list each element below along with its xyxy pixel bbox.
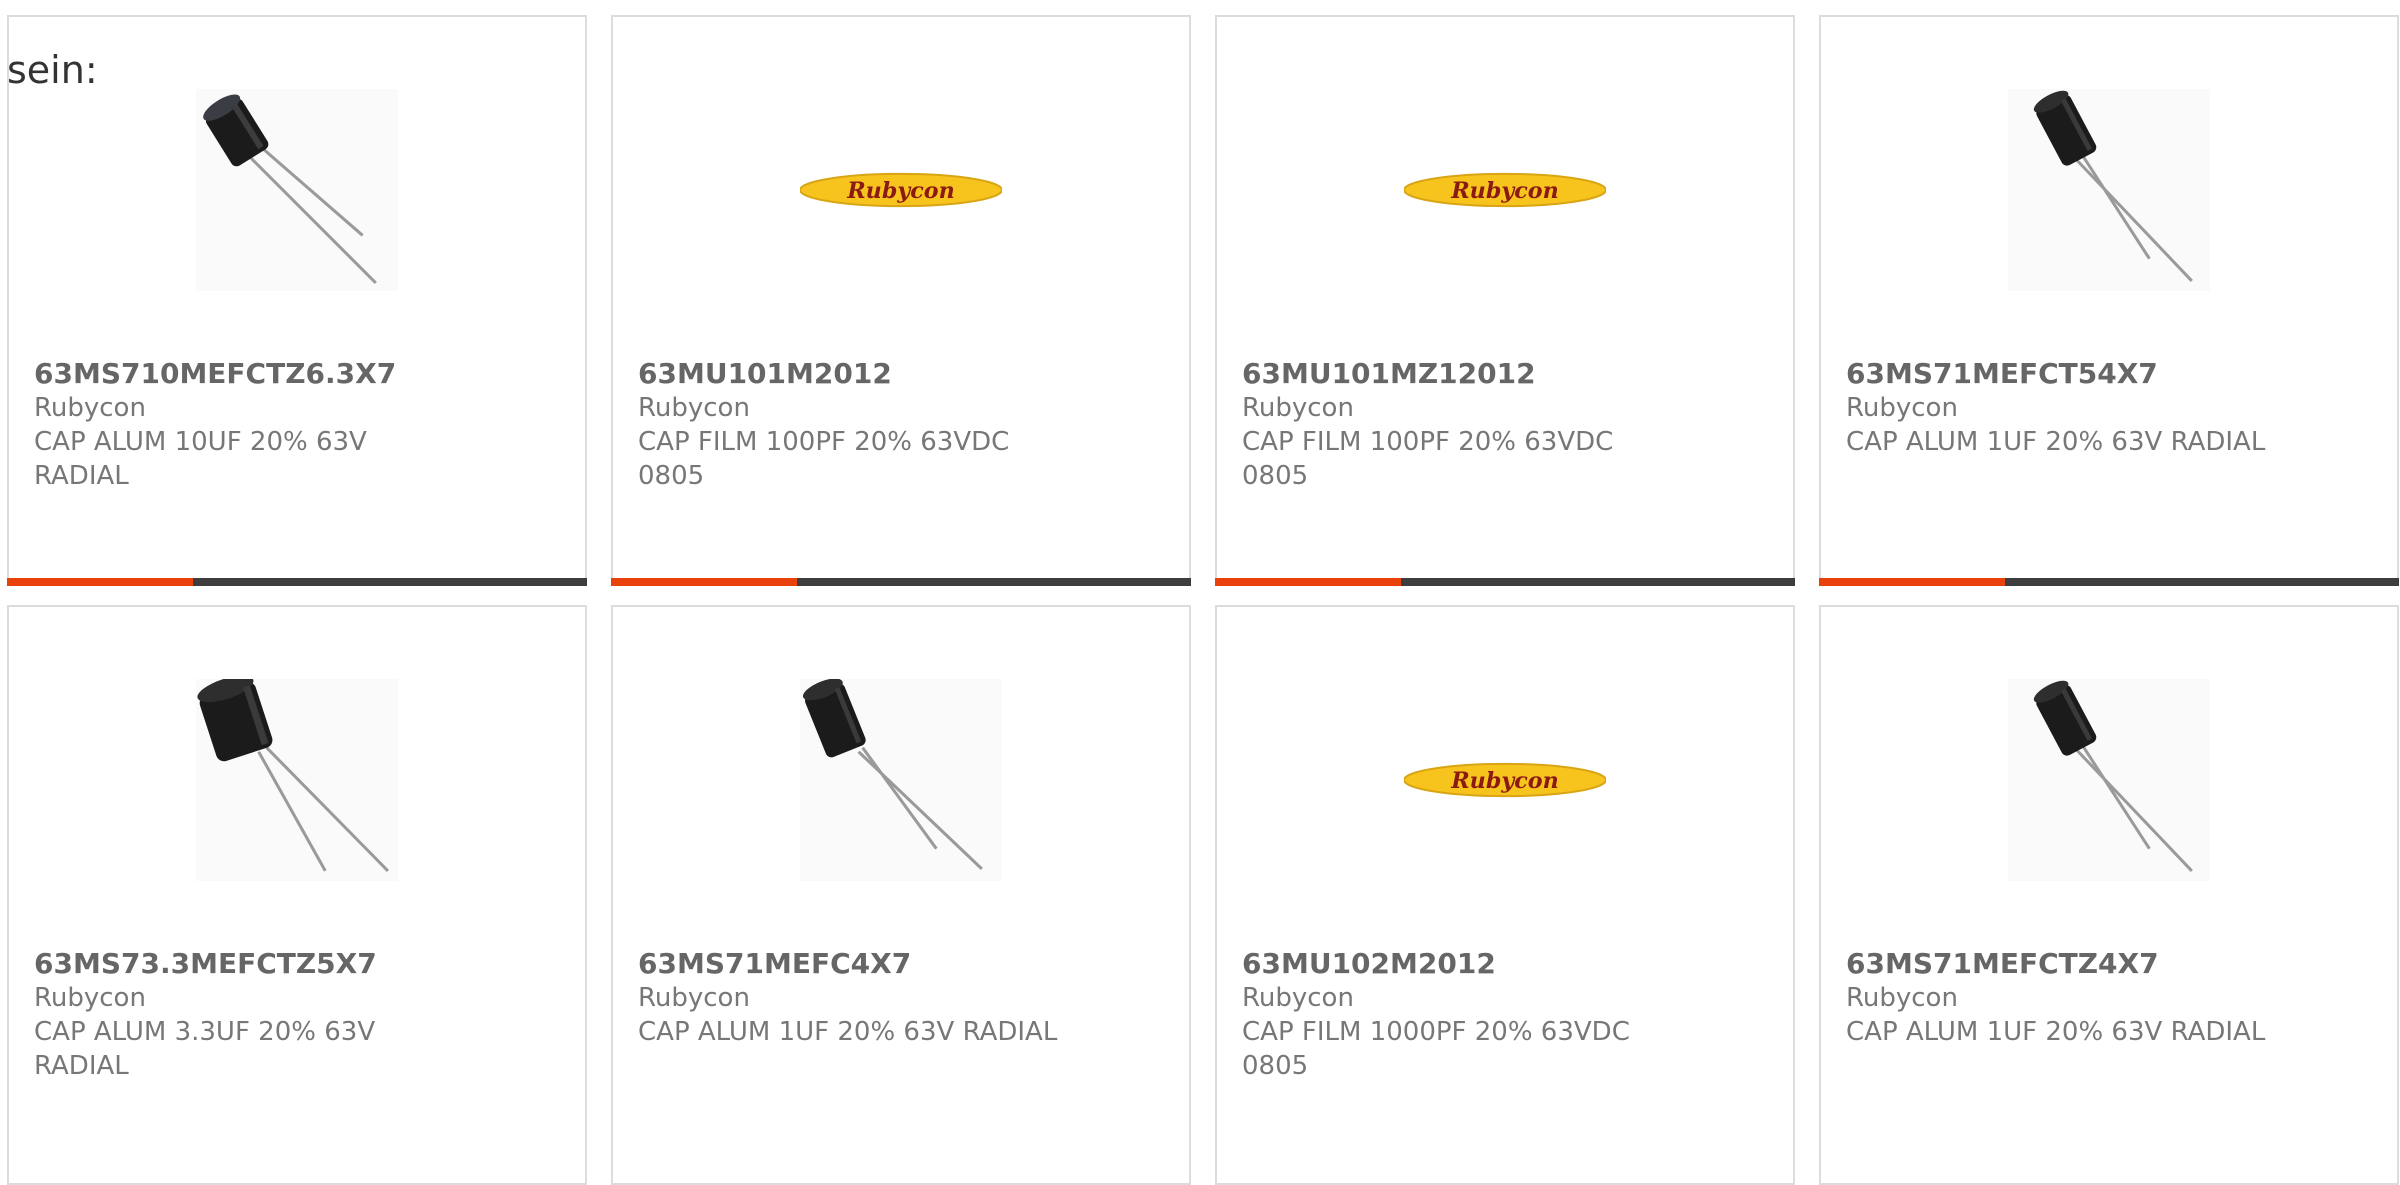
- description: CAP ALUM 10UF 20% 63V RADIAL: [34, 427, 367, 491]
- product-card[interactable]: 63MS71MEFCT54X7 Rubycon CAP ALUM 1UF 20%…: [1819, 15, 2399, 586]
- radial-capacitor-icon: [203, 94, 377, 284]
- rubycon-logo-icon: Rubycon: [1404, 172, 1606, 208]
- rubycon-logo-icon: Rubycon: [1404, 762, 1606, 798]
- manufacturer: Rubycon: [34, 983, 146, 1013]
- description: CAP ALUM 1UF 20% 63V RADIAL: [638, 1017, 1058, 1047]
- description: CAP FILM 1000PF 20% 63VDC 0805: [1242, 1017, 1630, 1081]
- manufacturer: Rubycon: [1846, 393, 1958, 423]
- progress-bar: [7, 578, 587, 586]
- section-heading: sein:: [7, 48, 98, 92]
- manufacturer: Rubycon: [638, 393, 750, 423]
- progress-bar: [1215, 578, 1795, 586]
- part-number[interactable]: 63MS73.3MEFCTZ5X7: [34, 947, 554, 981]
- logo-text: Rubycon: [1450, 768, 1559, 794]
- description: CAP ALUM 1UF 20% 63V RADIAL: [1846, 1017, 2266, 1047]
- manufacturer: Rubycon: [1846, 983, 1958, 1013]
- product-image[interactable]: [2008, 679, 2210, 881]
- product-card[interactable]: 63MS73.3MEFCTZ5X7 Rubycon CAP ALUM 3.3UF…: [7, 605, 587, 1185]
- manufacturer: Rubycon: [1242, 393, 1354, 423]
- description: CAP ALUM 1UF 20% 63V RADIAL: [1846, 427, 2266, 457]
- product-image[interactable]: [800, 679, 1002, 881]
- product-image[interactable]: Rubycon: [1404, 89, 1606, 291]
- product-card[interactable]: 63MS71MEFC4X7 Rubycon CAP ALUM 1UF 20% 6…: [611, 605, 1191, 1185]
- product-image[interactable]: Rubycon: [800, 89, 1002, 291]
- manufacturer: Rubycon: [1242, 983, 1354, 1013]
- manufacturer: Rubycon: [638, 983, 750, 1013]
- radial-capacitor-icon: [2033, 680, 2193, 872]
- radial-capacitor-icon: [802, 679, 983, 870]
- radial-capacitor-icon: [197, 679, 389, 872]
- radial-capacitor-icon: [2033, 90, 2193, 282]
- progress-fill: [7, 578, 193, 586]
- product-card[interactable]: Rubycon 63MU101M2012 Rubycon CAP FILM 10…: [611, 15, 1191, 586]
- product-image[interactable]: [196, 679, 398, 881]
- progress-bar: [611, 578, 1191, 586]
- progress-fill: [1215, 578, 1401, 586]
- part-number[interactable]: 63MU101MZ12012: [1242, 357, 1762, 391]
- part-number[interactable]: 63MS710MEFCTZ6.3X7: [34, 357, 554, 391]
- progress-fill: [611, 578, 797, 586]
- manufacturer: Rubycon: [34, 393, 146, 423]
- description: CAP ALUM 3.3UF 20% 63V RADIAL: [34, 1017, 376, 1081]
- description: CAP FILM 100PF 20% 63VDC 0805: [1242, 427, 1614, 491]
- product-image[interactable]: [2008, 89, 2210, 291]
- product-image[interactable]: Rubycon: [1404, 679, 1606, 881]
- progress-fill: [1819, 578, 2005, 586]
- part-number[interactable]: 63MS71MEFC4X7: [638, 947, 1158, 981]
- product-image[interactable]: [196, 89, 398, 291]
- progress-bar: [1819, 578, 2399, 586]
- part-number[interactable]: 63MU101M2012: [638, 357, 1158, 391]
- part-number[interactable]: 63MS71MEFCT54X7: [1846, 357, 2366, 391]
- logo-text: Rubycon: [1450, 178, 1559, 204]
- product-card[interactable]: Rubycon 63MU101MZ12012 Rubycon CAP FILM …: [1215, 15, 1795, 586]
- description: CAP FILM 100PF 20% 63VDC 0805: [638, 427, 1010, 491]
- rubycon-logo-icon: Rubycon: [800, 172, 1002, 208]
- product-card[interactable]: 63MS710MEFCTZ6.3X7 Rubycon CAP ALUM 10UF…: [7, 15, 587, 586]
- part-number[interactable]: 63MU102M2012: [1242, 947, 1762, 981]
- product-card[interactable]: 63MS71MEFCTZ4X7 Rubycon CAP ALUM 1UF 20%…: [1819, 605, 2399, 1185]
- logo-text: Rubycon: [846, 178, 955, 204]
- part-number[interactable]: 63MS71MEFCTZ4X7: [1846, 947, 2366, 981]
- product-card[interactable]: Rubycon 63MU102M2012 Rubycon CAP FILM 10…: [1215, 605, 1795, 1185]
